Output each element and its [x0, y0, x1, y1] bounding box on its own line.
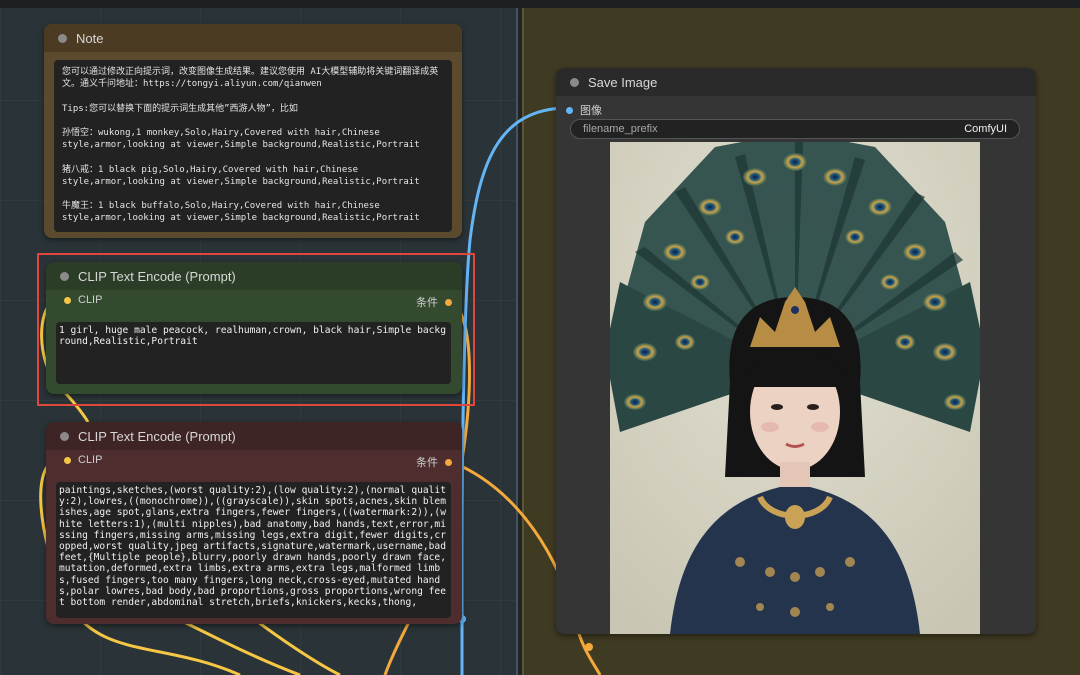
collapse-dot-icon[interactable]: [570, 77, 579, 87]
clip-negative-output[interactable]: 条件: [416, 454, 452, 470]
wire-image: [460, 106, 566, 675]
negative-prompt-textarea[interactable]: paintings,sketches,(worst quality:2),(lo…: [56, 482, 451, 618]
generated-image-preview[interactable]: [610, 142, 980, 634]
note-title-bar[interactable]: Note: [44, 24, 462, 52]
clip-text-encode-negative-node[interactable]: CLIP Text Encode (Prompt) CLIP 条件 painti…: [46, 422, 462, 624]
collapse-dot-icon[interactable]: [60, 431, 69, 441]
note-text-area[interactable]: 您可以通过修改正向提示词，改变图像生成结果。建议您使用 AI大模型辅助将关键词翻…: [54, 60, 452, 232]
note-node[interactable]: Note 您可以通过修改正向提示词，改变图像生成结果。建议您使用 AI大模型辅助…: [44, 24, 462, 238]
clip-negative-input[interactable]: CLIP: [64, 454, 102, 466]
filename-prefix-label: filename_prefix: [583, 123, 658, 135]
clip-negative-title-bar[interactable]: CLIP Text Encode (Prompt): [46, 422, 462, 450]
clip-negative-ports: CLIP 条件: [46, 450, 462, 470]
selection-highlight-box: [37, 253, 475, 406]
save-image-input-label: 图像: [580, 105, 602, 117]
save-image-input[interactable]: 图像: [566, 102, 602, 118]
wire-reroute-dot-2: [585, 643, 593, 651]
save-image-title-bar[interactable]: Save Image: [556, 68, 1036, 96]
save-image-node[interactable]: Save Image 图像 filename_prefix ComfyUI: [556, 68, 1036, 634]
node-canvas[interactable]: Note 您可以通过修改正向提示词，改变图像生成结果。建议您使用 AI大模型辅助…: [0, 0, 1080, 675]
clip-negative-title: CLIP Text Encode (Prompt): [78, 428, 236, 444]
peacock-girl-image: [610, 142, 980, 634]
clip-negative-input-label: CLIP: [78, 454, 103, 466]
save-image-title: Save Image: [588, 74, 658, 90]
wire-clip-lower-a: [179, 618, 301, 675]
input-slot-icon[interactable]: [64, 456, 71, 464]
input-slot-icon[interactable]: [566, 106, 573, 114]
note-title: Note: [76, 30, 104, 46]
collapse-dot-icon[interactable]: [58, 33, 67, 43]
output-slot-icon[interactable]: [445, 458, 452, 466]
filename-prefix-widget[interactable]: filename_prefix ComfyUI: [570, 119, 1020, 139]
filename-prefix-value[interactable]: ComfyUI: [964, 123, 1007, 135]
clip-negative-output-label: 条件: [416, 457, 438, 469]
